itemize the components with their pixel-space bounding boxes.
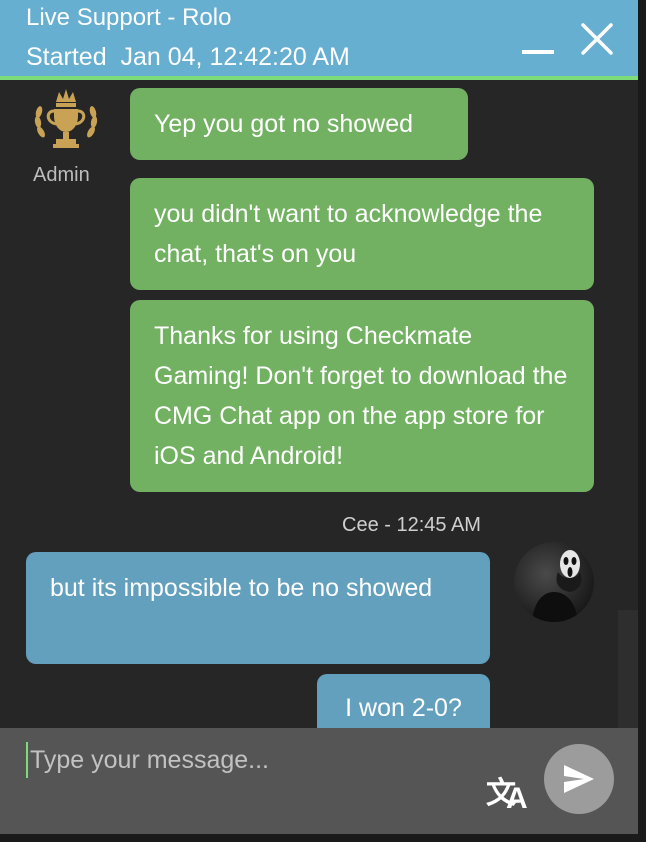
user-message: I won 2-0? [317, 674, 490, 728]
minimize-icon [522, 50, 554, 54]
close-icon [581, 23, 613, 55]
user-message-meta: Cee - 12:45 AM [342, 514, 481, 536]
admin-message: Yep you got no showed [130, 88, 468, 160]
live-support-window: Live Support - Rolo Started Jan 04, 12:4… [0, 0, 638, 834]
message-composer: 文A [0, 728, 638, 834]
window-edge [638, 0, 646, 842]
admin-name: Admin [33, 164, 90, 186]
admin-message: Thanks for using Checkmate Gaming! Don't… [130, 300, 594, 492]
admin-avatar [30, 86, 102, 156]
user-avatar [514, 542, 594, 622]
minimize-button[interactable] [522, 38, 558, 54]
user-message: but its impossible to be no showed [26, 552, 490, 664]
window-edge [0, 834, 646, 842]
close-button[interactable] [578, 20, 616, 58]
message-input[interactable] [26, 742, 450, 778]
chat-header: Live Support - Rolo Started Jan 04, 12:4… [0, 0, 638, 80]
send-button[interactable] [544, 744, 614, 814]
ghostface-avatar-icon [514, 542, 594, 622]
send-icon [564, 765, 594, 793]
chat-started-time: Started Jan 04, 12:42:20 AM [26, 43, 350, 71]
admin-message: you didn't want to acknowledge the chat,… [130, 178, 594, 290]
message-list[interactable]: Admin Yep you got no showed you didn't w… [0, 80, 638, 728]
scrollbar-thumb[interactable] [618, 610, 638, 728]
translate-button[interactable]: 文A [486, 768, 536, 815]
trophy-icon [34, 89, 98, 148]
chat-title: Live Support - Rolo [26, 4, 232, 31]
